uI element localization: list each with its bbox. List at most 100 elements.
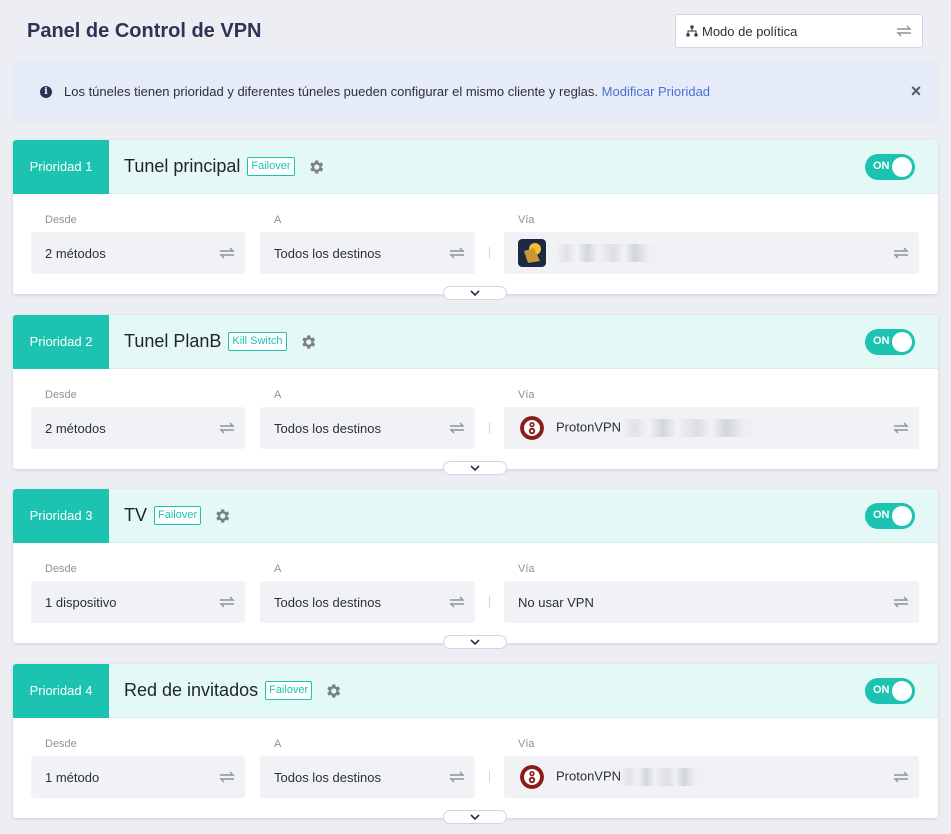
swap-icon <box>219 247 235 259</box>
expand-button[interactable] <box>443 461 507 475</box>
protonvpn-logo-icon <box>520 416 544 440</box>
to-select[interactable]: Todos los destinos <box>260 232 475 274</box>
page-title: Panel de Control de VPN <box>27 20 262 42</box>
toggle-knob <box>892 332 912 352</box>
swap-icon <box>449 771 465 783</box>
app-logo-icon <box>518 239 546 267</box>
via-select[interactable]: ProtonVPN <box>504 756 919 798</box>
swap-icon <box>896 25 912 37</box>
via-value: No usar VPN <box>518 594 594 610</box>
tunnel-toggle[interactable]: ON <box>865 503 915 529</box>
from-select[interactable]: 2 métodos <box>31 407 245 449</box>
to-select[interactable]: Todos los destinos <box>260 581 475 623</box>
to-label: A <box>274 738 282 750</box>
redacted-text <box>621 419 762 437</box>
close-icon[interactable]: × <box>906 81 926 102</box>
divider <box>489 247 490 259</box>
swap-icon <box>449 596 465 608</box>
priority-badge: Prioridad 2 <box>13 314 109 369</box>
chevron-down-icon <box>470 814 480 821</box>
via-select[interactable]: ProtonVPN <box>504 407 919 449</box>
from-value: 2 métodos <box>45 420 106 436</box>
from-label: Desde <box>45 214 77 226</box>
expand-button[interactable] <box>443 286 507 300</box>
priority-badge: Prioridad 3 <box>13 488 109 543</box>
chevron-down-icon <box>470 639 480 646</box>
tunnel-toggle[interactable]: ON <box>865 678 915 704</box>
tunnel-mode-badge: Failover <box>265 681 313 700</box>
via-value <box>556 244 893 262</box>
network-icon <box>686 25 698 37</box>
from-select[interactable]: 2 métodos <box>31 232 245 274</box>
swap-icon <box>449 247 465 259</box>
page-header: Panel de Control de VPN Modo de política <box>0 0 951 60</box>
tunnel-toggle[interactable]: ON <box>865 329 915 355</box>
modify-priority-link[interactable]: Modificar Prioridad <box>602 84 710 99</box>
chevron-down-icon <box>470 290 480 297</box>
swap-icon <box>219 596 235 608</box>
from-select[interactable]: 1 método <box>31 756 245 798</box>
from-value: 1 dispositivo <box>45 594 117 610</box>
tunnel-name: Red de invitados <box>124 680 259 700</box>
via-icon-slot <box>518 416 556 440</box>
via-value: ProtonVPN <box>556 419 893 437</box>
tunnel-card-header: Prioridad 3 TV Failover ON <box>13 488 938 543</box>
to-label: A <box>274 563 282 575</box>
via-select[interactable]: No usar VPN <box>504 581 919 623</box>
swap-icon <box>893 247 909 259</box>
info-icon: i <box>40 85 52 98</box>
tunnel-card-header: Prioridad 1 Tunel principal Failover ON <box>13 139 938 194</box>
from-value: 1 método <box>45 769 100 785</box>
priority-badge: Prioridad 1 <box>13 139 109 194</box>
toggle-knob <box>892 681 912 701</box>
via-icon-slot <box>518 239 556 267</box>
tunnel-mode-badge: Kill Switch <box>228 332 287 351</box>
policy-mode-select[interactable]: Modo de política <box>675 14 923 48</box>
from-label: Desde <box>45 389 77 401</box>
via-icon-slot <box>518 765 556 789</box>
policy-mode-label: Modo de política <box>702 23 798 39</box>
redacted-text <box>556 244 661 262</box>
tunnel-card-4: Prioridad 4 Red de invitados Failover ON… <box>13 663 938 824</box>
tunnel-card-1: Prioridad 1 Tunel principal Failover ON … <box>13 139 938 300</box>
divider <box>489 596 490 608</box>
info-banner: i Los túneles tienen prioridad y diferen… <box>13 61 938 122</box>
from-select[interactable]: 1 dispositivo <box>31 581 245 623</box>
toggle-knob <box>892 506 912 526</box>
tunnel-card-2: Prioridad 2 Tunel PlanB Kill Switch ON D… <box>13 314 938 475</box>
tunnel-mode-badge: Failover <box>247 157 295 176</box>
banner-text: Los túneles tienen prioridad y diferente… <box>64 84 906 99</box>
toggle-label: ON <box>873 509 890 521</box>
toggle-label: ON <box>873 160 890 172</box>
toggle-knob <box>892 157 912 177</box>
swap-icon <box>449 422 465 434</box>
from-value: 2 métodos <box>45 245 106 261</box>
swap-icon <box>219 771 235 783</box>
protonvpn-logo-icon <box>520 765 544 789</box>
to-value: Todos los destinos <box>274 594 381 610</box>
tunnel-toggle[interactable]: ON <box>865 154 915 180</box>
to-select[interactable]: Todos los destinos <box>260 756 475 798</box>
gear-icon[interactable] <box>299 333 317 351</box>
expand-button[interactable] <box>443 635 507 649</box>
expand-button[interactable] <box>443 810 507 824</box>
to-label: A <box>274 389 282 401</box>
divider <box>489 422 490 434</box>
swap-icon <box>893 422 909 434</box>
swap-icon <box>219 422 235 434</box>
tunnel-card-header: Prioridad 4 Red de invitados Failover ON <box>13 663 938 718</box>
via-label: Vía <box>518 738 535 750</box>
via-label: Vía <box>518 563 535 575</box>
tunnel-card-header: Prioridad 2 Tunel PlanB Kill Switch ON <box>13 314 938 369</box>
tunnel-mode-badge: Failover <box>154 506 202 525</box>
to-select[interactable]: Todos los destinos <box>260 407 475 449</box>
toggle-label: ON <box>873 335 890 347</box>
swap-icon <box>893 771 909 783</box>
gear-icon[interactable] <box>307 158 325 176</box>
tunnel-card-3: Prioridad 3 TV Failover ON Desde A Vía 1… <box>13 488 938 649</box>
gear-icon[interactable] <box>213 507 231 525</box>
tunnel-name: Tunel principal <box>124 156 241 176</box>
via-value: ProtonVPN <box>556 768 893 786</box>
via-select[interactable] <box>504 232 919 274</box>
gear-icon[interactable] <box>324 682 342 700</box>
